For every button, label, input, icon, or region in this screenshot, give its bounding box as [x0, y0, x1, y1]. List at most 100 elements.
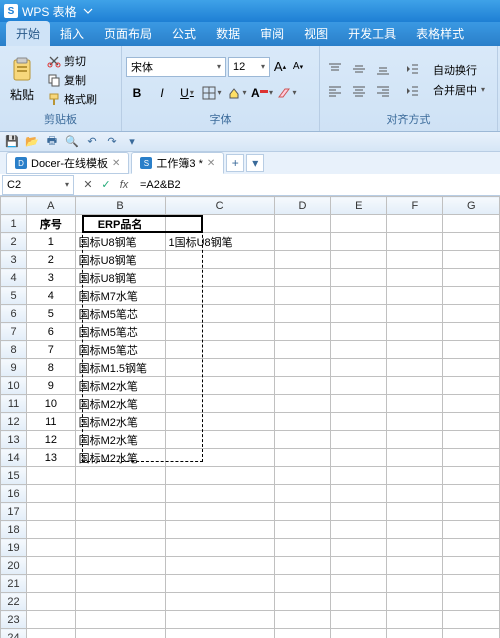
cell-E23[interactable] — [331, 611, 387, 629]
cell-B14[interactable]: 国标M2水笔 — [75, 449, 165, 467]
row-header-8[interactable]: 8 — [1, 341, 27, 359]
ribbon-tab-8[interactable]: 表格样式 — [406, 21, 474, 46]
cell-G10[interactable] — [443, 377, 500, 395]
cell-C17[interactable] — [165, 503, 274, 521]
cell-B3[interactable]: 国标U8钢笔 — [75, 251, 165, 269]
cell-B11[interactable]: 国标M2水笔 — [75, 395, 165, 413]
decrease-font-icon[interactable]: A▾ — [290, 59, 306, 75]
increase-font-icon[interactable]: A▴ — [272, 59, 288, 75]
cell-A23[interactable] — [27, 611, 76, 629]
row-header-16[interactable]: 16 — [1, 485, 27, 503]
cell-E2[interactable] — [331, 233, 387, 251]
cell-G22[interactable] — [443, 593, 500, 611]
cell-B5[interactable]: 国标M7水笔 — [75, 287, 165, 305]
doc-tab-1[interactable]: S工作簿3 *✕ — [131, 152, 224, 174]
cell-E13[interactable] — [331, 431, 387, 449]
cell-C22[interactable] — [165, 593, 274, 611]
cell-A19[interactable] — [27, 539, 76, 557]
row-header-6[interactable]: 6 — [1, 305, 27, 323]
cell-E15[interactable] — [331, 467, 387, 485]
cell-F3[interactable] — [387, 251, 443, 269]
cell-E16[interactable] — [331, 485, 387, 503]
cell-F12[interactable] — [387, 413, 443, 431]
cell-G18[interactable] — [443, 521, 500, 539]
align-left-button[interactable] — [324, 81, 346, 101]
row-header-21[interactable]: 21 — [1, 575, 27, 593]
cell-B1[interactable]: ERP品名 — [75, 215, 165, 233]
select-all-corner[interactable] — [1, 197, 27, 215]
row-header-14[interactable]: 14 — [1, 449, 27, 467]
cell-C1[interactable] — [165, 215, 274, 233]
cell-A6[interactable]: 5 — [27, 305, 76, 323]
cell-D21[interactable] — [274, 575, 330, 593]
row-header-12[interactable]: 12 — [1, 413, 27, 431]
cell-D22[interactable] — [274, 593, 330, 611]
ribbon-tab-4[interactable]: 数据 — [206, 21, 250, 46]
cell-E11[interactable] — [331, 395, 387, 413]
cell-F16[interactable] — [387, 485, 443, 503]
app-menu-dropdown[interactable] — [83, 6, 93, 16]
font-size-select[interactable]: 12▾ — [228, 57, 270, 77]
cell-C10[interactable] — [165, 377, 274, 395]
border-button[interactable]: ▾ — [201, 83, 223, 103]
ribbon-tab-3[interactable]: 公式 — [162, 21, 206, 46]
align-middle-button[interactable] — [348, 59, 370, 79]
cell-E8[interactable] — [331, 341, 387, 359]
cell-B13[interactable]: 国标M2水笔 — [75, 431, 165, 449]
cell-E21[interactable] — [331, 575, 387, 593]
increase-indent-button[interactable] — [402, 81, 422, 101]
fill-color-button[interactable]: ▾ — [226, 83, 248, 103]
cell-B10[interactable]: 国标M2水笔 — [75, 377, 165, 395]
decrease-indent-button[interactable] — [402, 59, 422, 79]
qat-redo-icon[interactable]: ↷ — [104, 134, 120, 150]
col-header-F[interactable]: F — [387, 197, 443, 215]
align-right-button[interactable] — [372, 81, 394, 101]
cell-B15[interactable] — [75, 467, 165, 485]
cell-E14[interactable] — [331, 449, 387, 467]
cell-B2[interactable]: 国标U8钢笔 — [75, 233, 165, 251]
close-icon[interactable]: ✕ — [112, 158, 120, 169]
merge-center-button[interactable]: 合并居中▾ — [430, 81, 488, 99]
cell-F15[interactable] — [387, 467, 443, 485]
cell-E22[interactable] — [331, 593, 387, 611]
underline-button[interactable]: U▾ — [176, 83, 198, 103]
cell-E6[interactable] — [331, 305, 387, 323]
cell-G24[interactable] — [443, 629, 500, 638]
cell-C18[interactable] — [165, 521, 274, 539]
cell-F24[interactable] — [387, 629, 443, 638]
cell-A1[interactable]: 序号 — [27, 215, 76, 233]
cell-F8[interactable] — [387, 341, 443, 359]
cell-G21[interactable] — [443, 575, 500, 593]
cell-G6[interactable] — [443, 305, 500, 323]
row-header-5[interactable]: 5 — [1, 287, 27, 305]
cell-A14[interactable]: 13 — [27, 449, 76, 467]
cell-C8[interactable] — [165, 341, 274, 359]
cell-G8[interactable] — [443, 341, 500, 359]
cell-A24[interactable] — [27, 629, 76, 638]
cell-D10[interactable] — [274, 377, 330, 395]
ribbon-tab-6[interactable]: 视图 — [294, 21, 338, 46]
row-header-17[interactable]: 17 — [1, 503, 27, 521]
cell-F11[interactable] — [387, 395, 443, 413]
cell-E3[interactable] — [331, 251, 387, 269]
cell-E5[interactable] — [331, 287, 387, 305]
cell-G1[interactable] — [443, 215, 500, 233]
cancel-icon[interactable]: ✕ — [80, 177, 96, 193]
cell-C2[interactable]: 1国标U8钢笔 — [165, 233, 274, 251]
cell-C13[interactable] — [165, 431, 274, 449]
cell-B6[interactable]: 国标M5笔芯 — [75, 305, 165, 323]
row-header-18[interactable]: 18 — [1, 521, 27, 539]
cell-A16[interactable] — [27, 485, 76, 503]
cell-D16[interactable] — [274, 485, 330, 503]
row-header-3[interactable]: 3 — [1, 251, 27, 269]
cell-F1[interactable] — [387, 215, 443, 233]
formula-input[interactable] — [136, 175, 500, 195]
cell-E20[interactable] — [331, 557, 387, 575]
qat-print-icon[interactable]: 🖶 — [44, 134, 60, 150]
cell-D12[interactable] — [274, 413, 330, 431]
doc-tab-0[interactable]: DDocer-在线模板✕ — [6, 152, 129, 174]
row-header-9[interactable]: 9 — [1, 359, 27, 377]
cell-A11[interactable]: 10 — [27, 395, 76, 413]
cell-G5[interactable] — [443, 287, 500, 305]
row-header-1[interactable]: 1 — [1, 215, 27, 233]
